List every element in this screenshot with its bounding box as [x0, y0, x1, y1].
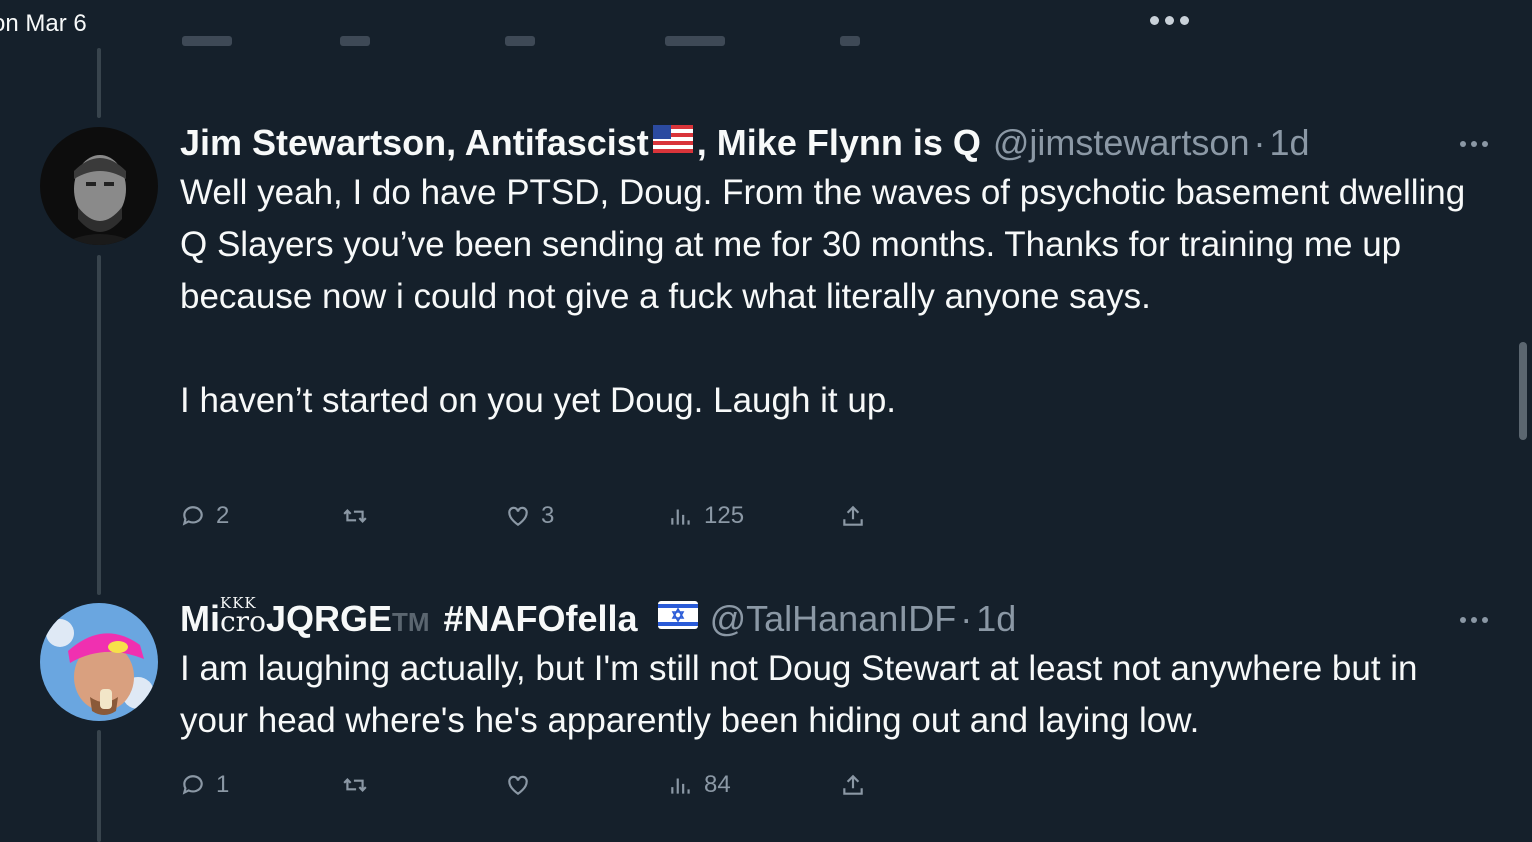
scrollbar[interactable]	[1519, 342, 1527, 440]
display-name[interactable]: Jim Stewartson, Antifascist , Mike Flynn…	[180, 119, 981, 169]
timestamp[interactable]: 1d	[976, 595, 1016, 643]
views-count: 84	[704, 771, 731, 798]
israel-flag-icon	[657, 593, 698, 641]
reply-button[interactable]: 2	[180, 496, 229, 536]
previous-tweet-date: on Mar 6	[0, 10, 87, 37]
like-button[interactable]: 3	[505, 496, 554, 536]
tweet-talhananidf[interactable]: Mi KKK croJQRGETM #NAFOfella @TalHananIDF ·…	[180, 593, 1470, 747]
reply-icon	[182, 506, 203, 526]
tweet-thread: on Mar 6 Jim Stewartson, Antifascist , M…	[0, 0, 1532, 842]
tweet-paragraph: I haven’t started on you yet Doug. Laugh…	[180, 381, 897, 420]
separator: ·	[1253, 122, 1266, 163]
more-icon[interactable]	[1460, 141, 1488, 147]
share-icon	[843, 505, 863, 526]
share-icon	[843, 774, 863, 795]
tweet-text: I am laughing actually, but I'm still no…	[180, 643, 1470, 747]
avatar[interactable]	[40, 127, 158, 245]
tweet-header: Jim Stewartson, Antifascist , Mike Flynn…	[180, 119, 1470, 167]
views-button[interactable]: 125	[668, 496, 744, 536]
like-count: 3	[541, 502, 555, 529]
timestamp[interactable]: 1d	[1269, 119, 1309, 167]
thread-line	[97, 255, 101, 595]
tweet-paragraph: Well yeah, I do have PTSD, Doug. From th…	[180, 173, 1466, 316]
reply-button[interactable]: 1	[180, 765, 229, 805]
tweet-actions: 2 3 125	[180, 496, 880, 536]
top-more-button[interactable]	[1150, 16, 1189, 25]
tweet-jimstewartson[interactable]: Jim Stewartson, Antifascist , Mike Flynn…	[180, 119, 1470, 427]
tweet-actions: 1 84	[180, 765, 880, 805]
views-button[interactable]: 84	[668, 765, 731, 805]
reply-icon	[182, 775, 203, 795]
like-button[interactable]	[505, 765, 541, 805]
views-count: 125	[704, 502, 745, 529]
like-icon	[508, 775, 528, 795]
reply-count: 2	[216, 502, 230, 529]
tweet-paragraph: I am laughing actually, but I'm still no…	[180, 649, 1418, 740]
retweet-icon	[343, 509, 367, 523]
display-name[interactable]: Mi KKK croJQRGETM #NAFOfella	[180, 593, 702, 646]
views-icon	[671, 778, 690, 794]
share-button[interactable]	[840, 496, 866, 536]
like-icon	[508, 506, 528, 526]
views-icon	[671, 509, 690, 525]
handle[interactable]: @jimstewartson	[993, 119, 1250, 167]
thread-line	[97, 730, 101, 842]
avatar[interactable]	[40, 603, 158, 721]
retweet-button[interactable]	[342, 765, 378, 805]
reply-count: 1	[216, 771, 230, 798]
thread-line	[97, 48, 101, 118]
tweet-header: Mi KKK croJQRGETM #NAFOfella @TalHananIDF ·…	[180, 593, 1470, 646]
tweet-text: Well yeah, I do have PTSD, Doug. From th…	[180, 167, 1470, 427]
share-button[interactable]	[840, 765, 866, 805]
display-name-kkk: KKK	[220, 594, 257, 612]
separator: ·	[960, 598, 973, 639]
us-flag-icon	[652, 117, 693, 165]
more-icon[interactable]	[1460, 617, 1488, 623]
retweet-icon	[343, 778, 367, 792]
handle[interactable]: @TalHananIDF	[710, 595, 957, 643]
previous-tweet-actions	[180, 30, 880, 52]
retweet-button[interactable]	[342, 496, 378, 536]
